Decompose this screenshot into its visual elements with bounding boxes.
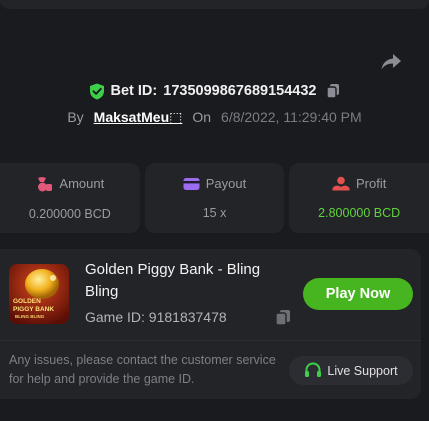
on-label: On <box>192 109 212 125</box>
game-id: Game ID: 9181837478 <box>85 309 227 325</box>
bet-id-row: Bet ID: 1735099867689154432 <box>0 80 429 102</box>
headset-icon <box>305 362 322 377</box>
thumb-text-3: BLING BLING <box>15 314 45 319</box>
copy-game-id-button[interactable] <box>275 309 291 331</box>
stat-payout-label: Payout <box>205 176 247 191</box>
game-thumbnail[interactable]: GOLDEN PIGGY BANK BLING BLING <box>9 264 69 324</box>
top-strip <box>0 0 429 9</box>
play-now-button[interactable]: Play Now <box>303 278 413 310</box>
thumb-text-2: PIGGY BANK <box>13 306 54 313</box>
share-button[interactable] <box>378 50 404 74</box>
stat-profit-value: 2.800000 BCD <box>318 206 401 220</box>
stat-payout: Payout 15 x <box>144 163 285 233</box>
stats-row: Amount 0.200000 BCD Payout 15 x Profit 2… <box>0 163 429 233</box>
live-support-label: Live Support <box>327 363 398 378</box>
wallet-card-icon <box>183 177 200 190</box>
bet-meta-row: By MaksatMeu⬚ On 6/8/2022, 11:29:40 PM <box>0 107 429 127</box>
copy-bet-id-button[interactable] <box>326 83 340 99</box>
help-text: Any issues, please contact the customer … <box>9 353 276 386</box>
game-card: GOLDEN PIGGY BANK BLING BLING Golden Pig… <box>0 249 421 399</box>
bet-date: 6/8/2022, 11:29:40 PM <box>221 109 362 125</box>
bet-id-prefix: Bet ID: <box>110 83 158 99</box>
stat-payout-value: 15 x <box>202 206 227 220</box>
stat-profit-label: Profit <box>356 176 387 191</box>
copy-icon <box>275 310 290 326</box>
coins-icon <box>38 176 53 191</box>
stat-profit: Profit 2.800000 BCD <box>289 163 429 233</box>
share-icon <box>381 54 401 70</box>
hand-coin-icon <box>332 176 350 191</box>
copy-icon <box>326 84 340 99</box>
bet-id-value: 1735099867689154432 <box>163 83 317 99</box>
divider <box>0 340 421 341</box>
shield-check-icon <box>89 83 104 99</box>
game-title: Golden Piggy Bank - Bling Bling <box>85 261 261 300</box>
thumb-text-1: GOLDEN <box>13 298 41 305</box>
username-link[interactable]: MaksatMeu⬚ <box>94 109 183 126</box>
stat-amount-label: Amount <box>59 176 105 191</box>
live-support-button[interactable]: Live Support <box>289 356 413 385</box>
by-label: By <box>67 109 84 125</box>
stat-amount: Amount 0.200000 BCD <box>0 163 140 233</box>
stat-amount-value: 0.200000 BCD <box>28 206 111 221</box>
